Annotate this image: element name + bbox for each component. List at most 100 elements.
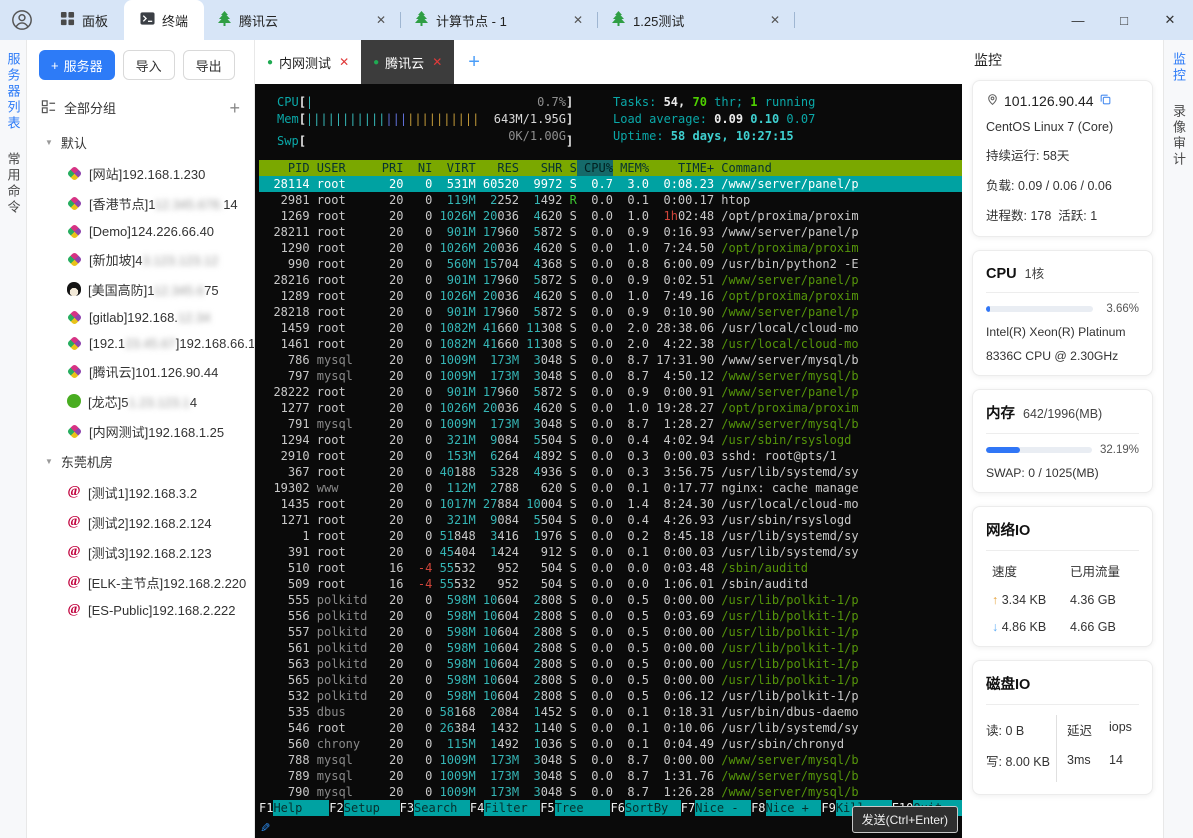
server-group[interactable]: ▼ 东莞机房 xyxy=(27,446,254,477)
process-row[interactable]: 19302 www 20 0 112M 2788 620 S 0.0 0.1 0:17.77 ngin… xyxy=(259,480,962,496)
connection-tab[interactable]: 计算节点 - 1 ✕ xyxy=(401,0,597,40)
server-item[interactable]: @ [测试3]192.168.2.123 xyxy=(27,537,254,567)
process-row[interactable]: 561 polkitd 20 0 598M 10604 2808 S 0.0 0.5 0:00.00… xyxy=(259,640,962,656)
maximize-button[interactable]: □ xyxy=(1101,0,1147,40)
column-header-shr[interactable]: SHR xyxy=(519,160,563,176)
process-row[interactable]: 556 polkitd 20 0 598M 10604 2808 S 0.0 0.5 0:03.69… xyxy=(259,608,962,624)
process-row[interactable]: 1271 root 20 0 321M 9084 5504 S 0.0 0.4 4:26.93/us… xyxy=(259,512,962,528)
terminal-screen[interactable]: CPU[| 0.7%] Mem[||||||||||| ||| |||||||||| 64… xyxy=(255,84,962,838)
column-header-pri[interactable]: PRI xyxy=(382,160,404,176)
column-header-ni[interactable]: NI xyxy=(403,160,432,176)
fkey-f3[interactable]: F3 Search xyxy=(400,800,470,816)
export-button[interactable]: 导出 xyxy=(182,50,235,80)
process-row[interactable]: 563 polkitd 20 0 598M 10604 2808 S 0.0 0.5 0:00.00… xyxy=(259,656,962,672)
process-row[interactable]: 28114 root 20 0 531M 60520 9972 S 0.7 3.0 0:08.23/… xyxy=(259,176,962,192)
server-item[interactable]: @ [ELK-主节点]192.168.2.220 xyxy=(27,567,254,597)
process-row[interactable]: 788 mysql 20 0 1009M 173M 3048 S 0.0 8.7 0:00.00/w… xyxy=(259,752,962,768)
add-server-button[interactable]: + 服务器 xyxy=(39,50,115,80)
import-button[interactable]: 导入 xyxy=(122,50,175,80)
process-row[interactable]: 786 mysql 20 0 1009M 173M 3048 S 0.0 8.7 17:31.90/… xyxy=(259,352,962,368)
process-row[interactable]: 1269 root 20 0 1026M 20036 4620 S 0.0 1.0 1h02:48/… xyxy=(259,208,962,224)
server-item[interactable]: [内网测试]192.168.1.25 xyxy=(27,416,254,446)
fkey-f6[interactable]: F6 SortBy xyxy=(610,800,681,816)
add-group-icon[interactable]: + xyxy=(229,99,242,117)
process-row[interactable]: 1277 root 20 0 1026M 20036 4620 S 0.0 1.0 19:28.27… xyxy=(259,400,962,416)
fkey-f7[interactable]: F7 Nice - xyxy=(681,800,752,816)
column-header-virt[interactable]: VIRT xyxy=(432,160,476,176)
process-row[interactable]: 28211 root 20 0 901M 17960 5872 S 0.0 0.9 0:16.93/… xyxy=(259,224,962,240)
copy-icon[interactable] xyxy=(1099,93,1112,109)
process-row[interactable]: 1294 root 20 0 321M 9084 5504 S 0.0 0.4 4:02.94/us… xyxy=(259,432,962,448)
column-header-s[interactable]: S xyxy=(562,160,577,176)
fkey-f2[interactable]: F2 Setup xyxy=(329,800,400,816)
process-row[interactable]: 565 polkitd 20 0 598M 10604 2808 S 0.0 0.5 0:00.00… xyxy=(259,672,962,688)
fkey-f5[interactable]: F5 Tree xyxy=(540,800,611,816)
column-header-res[interactable]: RES xyxy=(476,160,519,176)
rail-common-commands[interactable]: 常用命令 xyxy=(4,152,23,216)
process-row[interactable]: 1461 root 20 0 1082M 41660 11308 S 0.0 2.0 4:22.38… xyxy=(259,336,962,352)
process-row[interactable]: 2981 root 20 0 119M 2252 1492 R 0.0 0.1 0:00.17 hto… xyxy=(259,192,962,208)
process-row[interactable]: 510 root 16 -4 55532 952 504 S 0.0 0.0 0:03.48/sbi… xyxy=(259,560,962,576)
connection-tab[interactable]: 腾讯云 ✕ xyxy=(204,0,400,40)
close-icon[interactable]: ✕ xyxy=(573,13,583,27)
process-row[interactable]: 557 polkitd 20 0 598M 10604 2808 S 0.0 0.5 0:00.00… xyxy=(259,624,962,640)
column-header-mem[interactable]: MEM% xyxy=(613,160,649,176)
fkey-f4[interactable]: F4 Filter xyxy=(470,800,541,816)
tab-terminal[interactable]: 终端 xyxy=(124,0,205,40)
process-row[interactable]: 789 mysql 20 0 1009M 173M 3048 S 0.0 8.7 1:31.76/w… xyxy=(259,768,962,784)
tab-panel[interactable]: 面板 xyxy=(44,0,124,40)
process-row[interactable]: 391 root 20 0 45404 1424 912 S 0.0 0.1 0:00.03/usr… xyxy=(259,544,962,560)
process-row[interactable]: 797 mysql 20 0 1009M 173M 3048 S 0.0 8.7 4:50.12/w… xyxy=(259,368,962,384)
rail-recording-audit[interactable]: 录像审计 xyxy=(1169,104,1188,168)
process-row[interactable]: 535 dbus 20 0 58168 2084 1452 S 0.0 0.1 0:18.31/us… xyxy=(259,704,962,720)
column-header-time[interactable]: TIME+ xyxy=(649,160,714,176)
column-header-user[interactable]: USER xyxy=(310,160,382,176)
process-row[interactable]: 28222 root 20 0 901M 17960 5872 S 0.0 0.9 0:00.91/… xyxy=(259,384,962,400)
process-row[interactable]: 560 chrony 20 0 115M 1492 1036 S 0.0 0.1 0:04.49/u… xyxy=(259,736,962,752)
process-table-header[interactable]: PID USER PRI NI VIRT RES SHR S CPU% MEM% TIME+ Comm… xyxy=(259,160,962,176)
process-row[interactable]: 1435 root 20 0 1017M 27884 10004 S 0.0 1.4 8:24.30… xyxy=(259,496,962,512)
server-item[interactable]: [192.123.45.67]192.168.66.1 xyxy=(27,330,254,356)
rail-monitor[interactable]: 监控 xyxy=(1169,52,1188,84)
close-icon[interactable]: ✕ xyxy=(339,55,349,69)
server-group[interactable]: ▼ 默认 xyxy=(27,127,254,158)
process-row[interactable]: 1459 root 20 0 1082M 41660 11308 S 0.0 2.0 28:38.0… xyxy=(259,320,962,336)
process-row[interactable]: 790 mysql 20 0 1009M 173M 3048 S 0.0 8.7 1:26.28/w… xyxy=(259,784,962,800)
server-item[interactable]: @ [测试1]192.168.3.2 xyxy=(27,477,254,507)
server-item[interactable]: @ [ES-Public]192.168.2.222 xyxy=(27,597,254,623)
fkey-f8[interactable]: F8 Nice + xyxy=(751,800,822,816)
process-row[interactable]: 367 root 20 0 40188 5328 4936 S 0.0 0.3 3:56.75/us… xyxy=(259,464,962,480)
process-row[interactable]: 555 polkitd 20 0 598M 10604 2808 S 0.0 0.5 0:00.00… xyxy=(259,592,962,608)
process-row[interactable]: 791 mysql 20 0 1009M 173M 3048 S 0.0 8.7 1:28.27/w… xyxy=(259,416,962,432)
server-item[interactable]: [新加坡]43.123.123.12 xyxy=(27,244,254,274)
rail-server-list[interactable]: 服务器列表 xyxy=(4,52,23,132)
close-icon[interactable]: ✕ xyxy=(432,55,442,69)
connection-tab[interactable]: 1.25测试 ✕ xyxy=(598,0,794,40)
send-button[interactable]: 发送(Ctrl+Enter) xyxy=(851,806,958,833)
close-icon[interactable]: ✕ xyxy=(376,13,386,27)
server-item[interactable]: [美国高防]112.345.675 xyxy=(27,274,254,304)
process-row[interactable]: 990 root 20 0 560M 15704 4368 S 0.0 0.8 6:00.09/us… xyxy=(259,256,962,272)
server-item[interactable]: [腾讯云]101.126.90.44 xyxy=(27,356,254,386)
server-item[interactable]: [香港节点]112.345.678.14 xyxy=(27,188,254,218)
process-row[interactable]: 28216 root 20 0 901M 17960 5872 S 0.0 0.9 0:02.51/… xyxy=(259,272,962,288)
edit-icon[interactable]: ✎ xyxy=(261,818,270,836)
terminal-tab[interactable]: ● 内网测试 ✕ xyxy=(255,40,361,84)
process-row[interactable]: 1290 root 20 0 1026M 20036 4620 S 0.0 1.0 7:24.50/… xyxy=(259,240,962,256)
server-item[interactable]: @ [测试2]192.168.2.124 xyxy=(27,507,254,537)
close-button[interactable]: ✕ xyxy=(1147,0,1193,40)
process-row[interactable]: 509 root 16 -4 55532 952 504 S 0.0 0.0 1:06.01/sbi… xyxy=(259,576,962,592)
column-header-cmd[interactable]: Command xyxy=(714,160,962,176)
server-item[interactable]: [龙芯]51.23.123.14 xyxy=(27,386,254,416)
process-row[interactable]: 28218 root 20 0 901M 17960 5872 S 0.0 0.9 0:10.90/… xyxy=(259,304,962,320)
minimize-button[interactable]: — xyxy=(1055,0,1101,40)
column-header-pid[interactable]: PID xyxy=(259,160,310,176)
server-item[interactable]: [网站]192.168.1.230 xyxy=(27,158,254,188)
process-row[interactable]: 532 polkitd 20 0 598M 10604 2808 S 0.0 0.5 0:06.12… xyxy=(259,688,962,704)
terminal-tab[interactable]: ● 腾讯云 ✕ xyxy=(361,40,455,84)
process-row[interactable]: 546 root 20 0 26384 1432 1140 S 0.0 0.1 0:10.06/us… xyxy=(259,720,962,736)
server-item[interactable]: [gitlab]192.168.12.34 xyxy=(27,304,254,330)
column-header-cpu[interactable]: CPU% xyxy=(576,160,613,176)
new-tab-button[interactable]: + xyxy=(454,40,494,84)
process-row[interactable]: 2910 root 20 0 153M 6264 4892 S 0.0 0.3 0:00.03 ssh… xyxy=(259,448,962,464)
